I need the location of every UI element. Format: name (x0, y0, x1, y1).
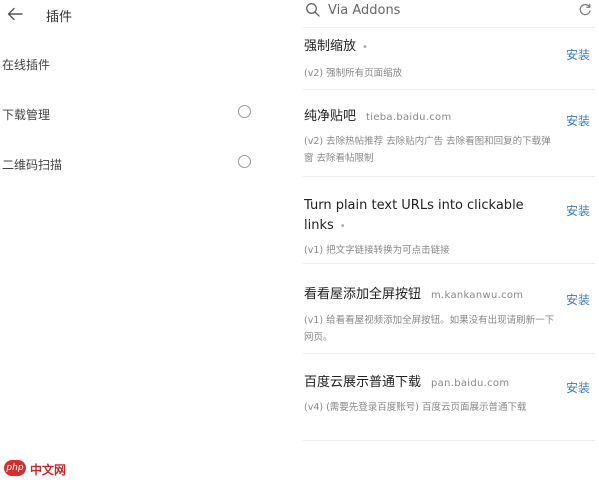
addon-item: 看看屋添加全屏按钮 m.kankanwu.com 安装 (v1) 给看看屋视频添加… (298, 278, 599, 350)
menu-item-label: 二维码扫描 (2, 158, 63, 172)
addon-title: 强制缩放 • (304, 39, 368, 54)
search-bar[interactable]: Via Addons (298, 0, 599, 22)
left-header: 插件 (0, 0, 265, 30)
divider (303, 353, 595, 354)
search-icon (306, 3, 320, 17)
addon-domain: m.kankanwu.com (431, 290, 524, 301)
install-button[interactable]: 安装 (566, 379, 590, 396)
refresh-icon[interactable] (578, 3, 592, 17)
search-input[interactable]: Via Addons (328, 3, 400, 18)
divider (303, 440, 595, 441)
menu-item-label: 在线插件 (2, 58, 51, 72)
divider (303, 89, 595, 90)
divider (303, 176, 595, 177)
install-button[interactable]: 安装 (566, 112, 590, 129)
addon-dot: • (339, 221, 346, 232)
divider (303, 263, 595, 264)
watermark-badge: php (4, 460, 26, 476)
addon-description: (v1) 给看看屋视频添加全屏按钮。如果没有出现请刷新一下网页。 (304, 315, 555, 343)
addon-description: (v2) 去除热帖推荐 去除贴内广告 去除看图和回复的下载弹窗 去除看帖限制 (304, 136, 551, 164)
addon-item: Turn plain text URLs into clickable link… (298, 190, 599, 260)
addon-dot: • (362, 42, 368, 53)
addon-domain: tieba.baidu.com (366, 112, 452, 123)
back-arrow-icon[interactable] (6, 5, 24, 23)
divider (303, 27, 595, 28)
addon-description: (v4) (需要先登录百度账号) 百度云页面展示普通下载 (304, 402, 527, 413)
page-title: 插件 (46, 10, 73, 25)
addon-item: 强制缩放 • 安装 (v2) 强制所有页面缩放 (298, 36, 599, 89)
qr-scan-radio[interactable] (238, 155, 251, 168)
menu-item-download-manager[interactable]: 下载管理 (0, 100, 265, 128)
install-button[interactable]: 安装 (566, 202, 590, 219)
watermark-logo: php 中文网 (4, 459, 84, 479)
menu-item-online-addons[interactable]: 在线插件 (0, 50, 265, 78)
addon-description: (v2) 强制所有页面缩放 (304, 68, 403, 79)
right-panel: Via Addons 强制缩放 • 安装 (v2) 强制所有页面缩放 纯净贴吧 ti… (298, 0, 599, 483)
menu-item-qr-scan[interactable]: 二维码扫描 (0, 150, 265, 178)
addon-description: (v1) 把文字链接转换为可点击链接 (304, 245, 450, 256)
addon-title: 看看屋添加全屏按钮 m.kankanwu.com (304, 287, 524, 302)
addon-item: 纯净贴吧 tieba.baidu.com 安装 (v2) 去除热帖推荐 去除贴内广… (298, 100, 599, 174)
install-button[interactable]: 安装 (566, 291, 590, 308)
left-panel: 插件 在线插件 下载管理 二维码扫描 (0, 0, 265, 483)
addon-item: 百度云展示普通下载 pan.baidu.com 安装 (v4) (需要先登录百度账… (298, 366, 599, 436)
addon-title: 百度云展示普通下载 pan.baidu.com (304, 375, 510, 390)
menu-item-label: 下载管理 (2, 108, 51, 122)
watermark-text: 中文网 (30, 463, 67, 477)
install-button[interactable]: 安装 (566, 46, 590, 63)
addon-domain: pan.baidu.com (431, 378, 510, 389)
addon-title: 纯净贴吧 tieba.baidu.com (304, 109, 452, 124)
screen: 插件 在线插件 下载管理 二维码扫描 Via Addons 强制缩放 • 安装 … (0, 0, 599, 483)
addon-title: Turn plain text URLs into clickable link… (304, 198, 524, 233)
download-manager-radio[interactable] (238, 105, 251, 118)
